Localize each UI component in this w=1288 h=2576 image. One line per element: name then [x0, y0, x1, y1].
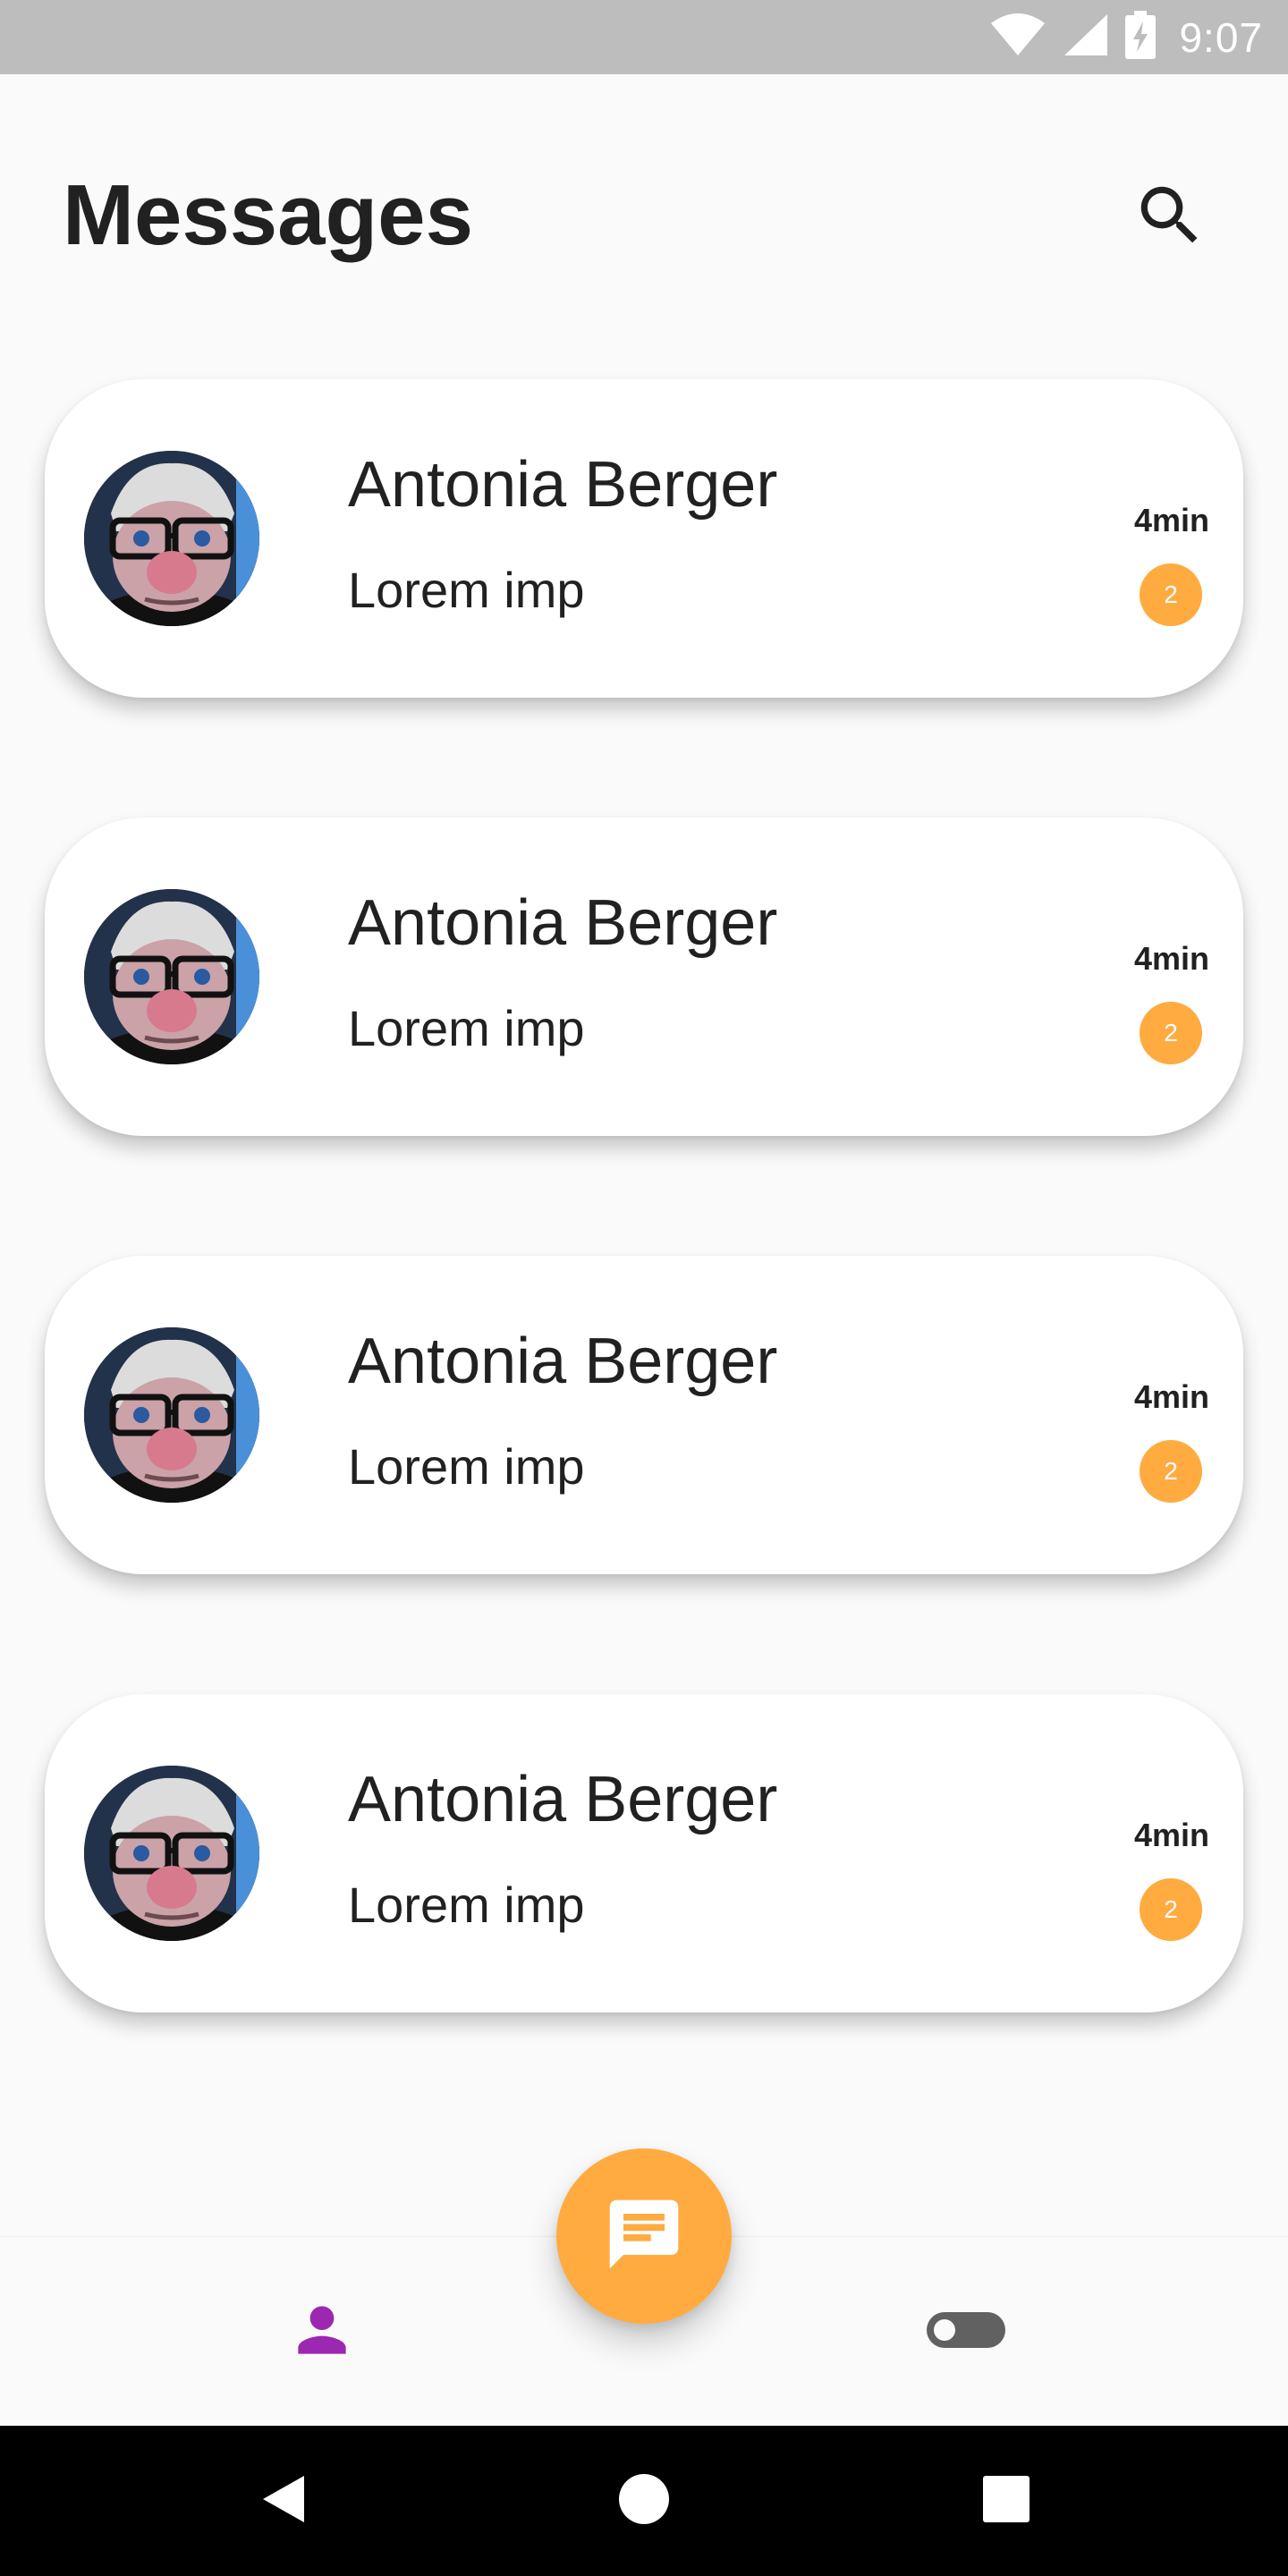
contact-name: Antonia Berger — [348, 449, 778, 521]
message-time: 4min — [1133, 502, 1209, 538]
search-icon — [1131, 177, 1208, 258]
nav-item-settings-toggle[interactable] — [859, 2237, 1073, 2427]
status-time: 9:07 — [1179, 13, 1263, 61]
message-preview: Lorem imp — [348, 1877, 585, 1933]
message-time: 4min — [1133, 940, 1209, 977]
unread-badge: 2 — [1140, 1878, 1202, 1941]
contact-name: Antonia Berger — [348, 1764, 778, 1835]
battery-charging-icon — [1125, 11, 1157, 64]
chat-message-icon — [603, 2193, 685, 2280]
avatar — [84, 451, 259, 626]
unread-badge: 2 — [1140, 1440, 1202, 1503]
page-title: Messages — [63, 167, 473, 263]
back-button[interactable] — [193, 2426, 372, 2576]
nav-item-profile[interactable] — [215, 2237, 429, 2427]
conversation-card[interactable]: Antonia Berger Lorem imp 4min 2 — [45, 1694, 1243, 2012]
conversation-card[interactable]: Antonia Berger Lorem imp 4min 2 — [45, 818, 1243, 1136]
conversation-card[interactable]: Antonia Berger Lorem imp 4min 2 — [45, 1256, 1243, 1574]
status-bar: 9:07 — [0, 0, 1288, 74]
message-time: 4min — [1133, 1817, 1209, 1853]
contact-name: Antonia Berger — [348, 887, 778, 959]
person-icon — [286, 2294, 358, 2370]
search-button[interactable] — [1125, 173, 1215, 262]
wifi-icon — [989, 13, 1046, 62]
toggle-icon — [927, 2310, 1005, 2354]
back-icon — [258, 2472, 308, 2530]
avatar — [84, 1766, 259, 1941]
recents-button[interactable] — [917, 2426, 1096, 2576]
contact-name: Antonia Berger — [348, 1326, 778, 1397]
home-button[interactable] — [555, 2426, 733, 2576]
message-preview: Lorem imp — [348, 1000, 585, 1056]
message-preview: Lorem imp — [348, 562, 585, 618]
new-message-fab[interactable] — [556, 2148, 732, 2324]
unread-badge: 2 — [1140, 1002, 1202, 1064]
home-icon — [617, 2472, 671, 2530]
unread-badge: 2 — [1140, 564, 1202, 626]
app-header: Messages — [0, 74, 1288, 369]
avatar — [84, 889, 259, 1064]
cellular-signal-icon — [1063, 13, 1109, 62]
avatar — [84, 1327, 259, 1503]
message-time: 4min — [1133, 1378, 1209, 1415]
system-nav-bar — [0, 2426, 1288, 2576]
conversation-card[interactable]: Antonia Berger Lorem imp 4min 2 — [45, 379, 1243, 698]
message-preview: Lorem imp — [348, 1438, 585, 1495]
status-icons: 9:07 — [989, 0, 1263, 74]
recents-icon — [982, 2475, 1030, 2528]
